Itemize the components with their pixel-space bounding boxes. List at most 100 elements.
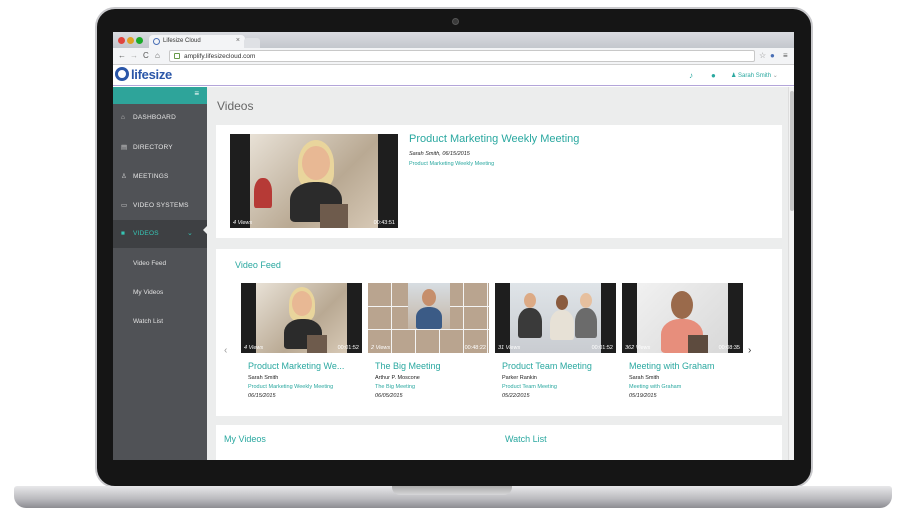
video-author: Sarah Smith [248, 375, 279, 381]
sidebar-subitem-video-feed[interactable]: Video Feed [133, 260, 166, 267]
background-person-shape [254, 178, 272, 208]
video-meeting-link[interactable]: Meeting with Graham [629, 384, 681, 390]
forward-icon[interactable]: → [130, 51, 138, 60]
video-feed-card: Video Feed ‹ › 4 Views 00:01:52 Product … [216, 249, 782, 416]
video-author: Arthur P. Moscone [375, 375, 420, 381]
chevron-down-icon: ⌄ [771, 73, 778, 79]
app-header: lifesize ♪ ● ♟ Sarah Smith ⌄ [113, 66, 794, 86]
video-feed-title: Video Feed [235, 260, 281, 270]
person-body-shape [575, 308, 597, 338]
person-body-shape [550, 310, 574, 340]
user-name: Sarah Smith [738, 73, 772, 79]
video-title[interactable]: The Big Meeting [375, 361, 493, 371]
meetings-icon: ♙ [121, 173, 128, 180]
video-title[interactable]: Product Marketing We... [248, 361, 366, 371]
sidebar-item-label: VIDEOS [133, 230, 159, 237]
lifesize-logo[interactable]: lifesize [115, 67, 172, 82]
sidebar-item-videos[interactable]: ■ VIDEOS ⌄ [113, 220, 207, 248]
pip-thumbnail [320, 204, 348, 228]
sidebar-item-video-systems[interactable]: ▭ VIDEO SYSTEMS [113, 191, 207, 219]
video-meeting-link[interactable]: The Big Meeting [375, 384, 415, 390]
person-body-shape [416, 307, 442, 329]
back-icon[interactable]: ← [118, 51, 126, 60]
lock-icon [174, 53, 180, 59]
pip-thumbnail [688, 335, 708, 353]
sidebar-item-label: VIDEO SYSTEMS [133, 202, 189, 209]
video-duration: 00:08:35 [718, 345, 740, 351]
new-tab-button[interactable] [244, 38, 260, 48]
hamburger-icon: ≡ [194, 89, 199, 98]
webcam [452, 18, 459, 25]
home-icon[interactable]: ⌂ [155, 51, 160, 60]
logo-mark-icon [115, 67, 129, 81]
active-item-pointer [203, 225, 208, 235]
view-count: 31 Views [498, 345, 521, 351]
person-face-shape [524, 293, 536, 308]
video-thumbnail[interactable]: 2 Views 00:48:22 [368, 283, 489, 353]
video-frame-image [510, 283, 601, 353]
bookmark-star-icon[interactable]: ☆ [759, 51, 766, 60]
person-face-shape [580, 293, 592, 308]
video-date: 05/19/2015 [629, 393, 657, 399]
video-title[interactable]: Product Team Meeting [502, 361, 620, 371]
video-thumbnail[interactable]: 4 Views 00:01:52 [241, 283, 362, 353]
person-body-shape [518, 308, 542, 338]
scrollbar-thumb[interactable] [790, 91, 794, 211]
sidebar-item-dashboard[interactable]: ⌂ DASHBOARD [113, 104, 207, 132]
screen: Lifesize Cloud × ← → C ⌂ amplify.lifesiz… [113, 32, 794, 460]
pip-thumbnail [307, 335, 327, 353]
sidebar-item-meetings[interactable]: ♙ MEETINGS [113, 162, 207, 190]
close-tab-icon[interactable]: × [236, 37, 240, 44]
help-icon[interactable]: ● [711, 71, 716, 80]
sidebar-toggle[interactable]: ≡ [113, 87, 207, 104]
my-videos-title[interactable]: My Videos [224, 434, 266, 444]
watch-list-card: Watch List [499, 425, 782, 460]
contacts-icon: ▤ [121, 144, 128, 151]
browser-tab[interactable]: Lifesize Cloud × [149, 35, 245, 48]
sidebar-item-label: MEETINGS [133, 173, 169, 180]
video-meeting-link[interactable]: Product Marketing Weekly Meeting [248, 384, 333, 390]
featured-video-author-date: Sarah Smith, 06/15/2015 [409, 151, 470, 157]
address-bar: ← → C ⌂ amplify.lifesizecloud.com ☆ ● ≡ [113, 48, 794, 65]
sidebar: ≡ ⌂ DASHBOARD ▤ DIRECTORY ♙ MEETINGS ▭ VIDEO… [113, 87, 207, 460]
view-count: 2 Views [371, 345, 391, 351]
video-duration: 00:01:52 [591, 345, 613, 351]
sidebar-subitem-watch-list[interactable]: Watch List [133, 318, 163, 325]
user-menu[interactable]: ♟ Sarah Smith ⌄ [731, 72, 778, 79]
minimize-window-icon[interactable] [127, 37, 134, 44]
chevron-left-icon[interactable]: ‹ [224, 345, 227, 356]
video-date: 06/05/2015 [375, 393, 403, 399]
sidebar-subitem-my-videos[interactable]: My Videos [133, 289, 163, 296]
url-input[interactable]: amplify.lifesizecloud.com [169, 50, 755, 62]
menu-icon[interactable]: ≡ [783, 51, 788, 60]
bell-icon[interactable]: ♪ [689, 71, 693, 80]
page-scrollbar[interactable] [788, 87, 794, 460]
video-frame-image [637, 283, 728, 353]
featured-video-title[interactable]: Product Marketing Weekly Meeting [409, 133, 579, 145]
chevron-right-icon[interactable]: › [748, 345, 751, 356]
sidebar-item-directory[interactable]: ▤ DIRECTORY [113, 133, 207, 161]
video-thumbnail[interactable]: 362 Views 00:08:35 [622, 283, 743, 353]
extension-icon[interactable]: ● [770, 51, 775, 60]
video-author: Parker Rankin [502, 375, 537, 381]
watch-list-title[interactable]: Watch List [505, 434, 547, 444]
monitor-icon: ▭ [121, 202, 128, 209]
video-thumbnail[interactable]: 31 Views 00:01:52 [495, 283, 616, 353]
person-face-shape [671, 291, 693, 319]
featured-video-thumbnail[interactable]: 4 Views 00:43:51 [230, 134, 398, 228]
video-title[interactable]: Meeting with Graham [629, 361, 747, 371]
logo-text: lifesize [131, 67, 172, 82]
main-speaker-tile [408, 283, 450, 329]
video-meeting-link[interactable]: Product Team Meeting [502, 384, 557, 390]
video-camera-icon: ■ [121, 230, 126, 237]
person-face-shape [422, 289, 436, 306]
video-author: Sarah Smith [629, 375, 660, 381]
maximize-window-icon[interactable] [136, 37, 143, 44]
reload-icon[interactable]: C [143, 51, 149, 60]
video-duration: 00:48:22 [464, 345, 486, 351]
video-frame-image [250, 134, 378, 228]
page-title: Videos [217, 99, 254, 113]
video-date: 06/15/2015 [248, 393, 276, 399]
featured-video-meeting-link[interactable]: Product Marketing Weekly Meeting [409, 161, 494, 167]
close-window-icon[interactable] [118, 37, 125, 44]
